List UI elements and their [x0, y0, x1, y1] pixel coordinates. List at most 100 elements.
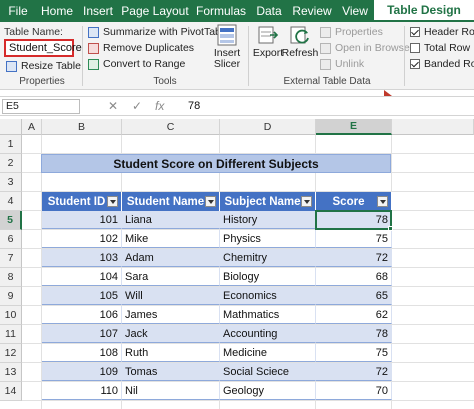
- table-cell-score[interactable]: 62: [316, 306, 392, 324]
- table-cell-id[interactable]: 104: [42, 268, 122, 286]
- table-cell-id[interactable]: 101: [42, 211, 122, 229]
- table-cell-name[interactable]: Jack: [122, 325, 220, 343]
- row-header-7[interactable]: 7: [0, 249, 22, 268]
- row-header-8[interactable]: 8: [0, 268, 22, 287]
- header-student-id[interactable]: Student ID: [42, 192, 122, 211]
- enter-icon[interactable]: ✓: [132, 99, 142, 113]
- properties-button[interactable]: Properties: [320, 26, 383, 38]
- tab-file[interactable]: File: [0, 0, 36, 22]
- table-cell-id[interactable]: 108: [42, 344, 122, 362]
- cancel-icon[interactable]: ✕: [108, 99, 118, 113]
- table-cell-score[interactable]: 68: [316, 268, 392, 286]
- row-header-13[interactable]: 13: [0, 363, 22, 382]
- row-header-10[interactable]: 10: [0, 306, 22, 325]
- column-header-e[interactable]: E: [316, 119, 392, 135]
- header-row-checkbox[interactable]: [410, 27, 420, 37]
- summarize-pivottable-button[interactable]: Summarize with PivotTable: [88, 26, 229, 38]
- table-cell-name[interactable]: Sara: [122, 268, 220, 286]
- row-header-9[interactable]: 9: [0, 287, 22, 306]
- table-cell-name[interactable]: Adam: [122, 249, 220, 267]
- row-header-4[interactable]: 4: [0, 192, 22, 211]
- table-cell-subject[interactable]: Accounting: [220, 325, 316, 343]
- table-cell-id[interactable]: 109: [42, 363, 122, 381]
- column-header-a[interactable]: A: [22, 119, 42, 135]
- row-header-6[interactable]: 6: [0, 230, 22, 249]
- table-cell-name[interactable]: Will: [122, 287, 220, 305]
- table-cell-id[interactable]: 103: [42, 249, 122, 267]
- table-cell-id[interactable]: 105: [42, 287, 122, 305]
- table-cell-subject[interactable]: History: [220, 211, 316, 229]
- filter-dropdown-icon[interactable]: [377, 196, 388, 207]
- row-header-3[interactable]: 3: [0, 173, 22, 192]
- table-cell-subject[interactable]: Mathmatics: [220, 306, 316, 324]
- filter-dropdown-icon[interactable]: [301, 196, 312, 207]
- convert-to-range-button[interactable]: Convert to Range: [88, 58, 185, 70]
- worksheet-grid[interactable]: A B C D E 1 2 3 4 5 6 7 8 9 10 11 12 13 14 Student Score on…: [0, 119, 474, 409]
- total-row-option[interactable]: Total Row: [410, 42, 470, 54]
- refresh-button[interactable]: Refresh: [282, 24, 318, 59]
- table-cell-subject[interactable]: Medicine: [220, 344, 316, 362]
- filter-dropdown-icon[interactable]: [205, 196, 216, 207]
- table-cell-name[interactable]: James: [122, 306, 220, 324]
- table-cell-id[interactable]: 110: [42, 382, 122, 400]
- banded-rows-option[interactable]: Banded Row: [410, 58, 474, 70]
- row-header-1[interactable]: 1: [0, 135, 22, 154]
- table-cell-score[interactable]: 70: [316, 382, 392, 400]
- remove-duplicates-button[interactable]: Remove Duplicates: [88, 42, 194, 54]
- table-cell-name[interactable]: Nil: [122, 382, 220, 400]
- header-score[interactable]: Score: [316, 192, 392, 211]
- formula-input[interactable]: 78: [188, 100, 200, 112]
- row-header-14[interactable]: 14: [0, 382, 22, 401]
- table-cell-subject[interactable]: Biology: [220, 268, 316, 286]
- table-cell-name[interactable]: Tomas: [122, 363, 220, 381]
- column-header-b[interactable]: B: [42, 119, 122, 135]
- tab-formulas[interactable]: Formulas: [192, 0, 250, 22]
- banded-rows-checkbox[interactable]: [410, 59, 420, 69]
- fill-handle[interactable]: [388, 226, 393, 231]
- insert-slicer-button[interactable]: Insert Slicer: [210, 24, 244, 70]
- table-cell-name[interactable]: Ruth: [122, 344, 220, 362]
- tab-home[interactable]: Home: [36, 0, 78, 22]
- resize-table-button[interactable]: Resize Table: [6, 60, 81, 72]
- export-button[interactable]: Export: [252, 24, 284, 59]
- table-cell-score[interactable]: 78: [316, 211, 392, 229]
- row-header-2[interactable]: 2: [0, 154, 22, 173]
- header-student-name[interactable]: Student Name: [122, 192, 220, 211]
- name-box[interactable]: E5: [2, 99, 80, 114]
- tab-view[interactable]: View: [336, 0, 374, 22]
- filter-dropdown-icon[interactable]: [107, 196, 118, 207]
- header-subject-name[interactable]: Subject Name: [220, 192, 316, 211]
- table-cell-subject[interactable]: Economics: [220, 287, 316, 305]
- tab-table-design[interactable]: Table Design: [374, 0, 474, 22]
- row-header-5[interactable]: 5: [0, 211, 22, 230]
- select-all-corner[interactable]: [0, 119, 22, 135]
- table-cell-subject[interactable]: Physics: [220, 230, 316, 248]
- table-cell-subject[interactable]: Geology: [220, 382, 316, 400]
- table-cell-score[interactable]: 65: [316, 287, 392, 305]
- tab-page-layout[interactable]: Page Layout: [118, 0, 192, 22]
- total-row-checkbox[interactable]: [410, 43, 420, 53]
- unlink-button[interactable]: Unlink: [320, 58, 364, 70]
- column-header-c[interactable]: C: [122, 119, 220, 135]
- row-header-12[interactable]: 12: [0, 344, 22, 363]
- tab-insert[interactable]: Insert: [78, 0, 118, 22]
- tab-review[interactable]: Review: [288, 0, 336, 22]
- tab-data[interactable]: Data: [250, 0, 288, 22]
- table-cell-score[interactable]: 75: [316, 344, 392, 362]
- table-cell-id[interactable]: 102: [42, 230, 122, 248]
- header-row-option[interactable]: Header Row: [410, 26, 474, 38]
- insert-function-icon[interactable]: fx: [155, 99, 164, 113]
- table-cell-id[interactable]: 106: [42, 306, 122, 324]
- table-cell-score[interactable]: 75: [316, 230, 392, 248]
- table-cell-id[interactable]: 107: [42, 325, 122, 343]
- open-in-browser-button[interactable]: Open in Browser: [320, 42, 413, 54]
- table-cell-score[interactable]: 72: [316, 249, 392, 267]
- table-cell-name[interactable]: Liana: [122, 211, 220, 229]
- table-cell-subject[interactable]: Chemitry: [220, 249, 316, 267]
- column-header-d[interactable]: D: [220, 119, 316, 135]
- table-cell-subject[interactable]: Social Sciece: [220, 363, 316, 381]
- table-cell-score[interactable]: 78: [316, 325, 392, 343]
- table-name-input[interactable]: Student_Score: [4, 39, 82, 57]
- table-cell-name[interactable]: Mike: [122, 230, 220, 248]
- table-cell-score[interactable]: 72: [316, 363, 392, 381]
